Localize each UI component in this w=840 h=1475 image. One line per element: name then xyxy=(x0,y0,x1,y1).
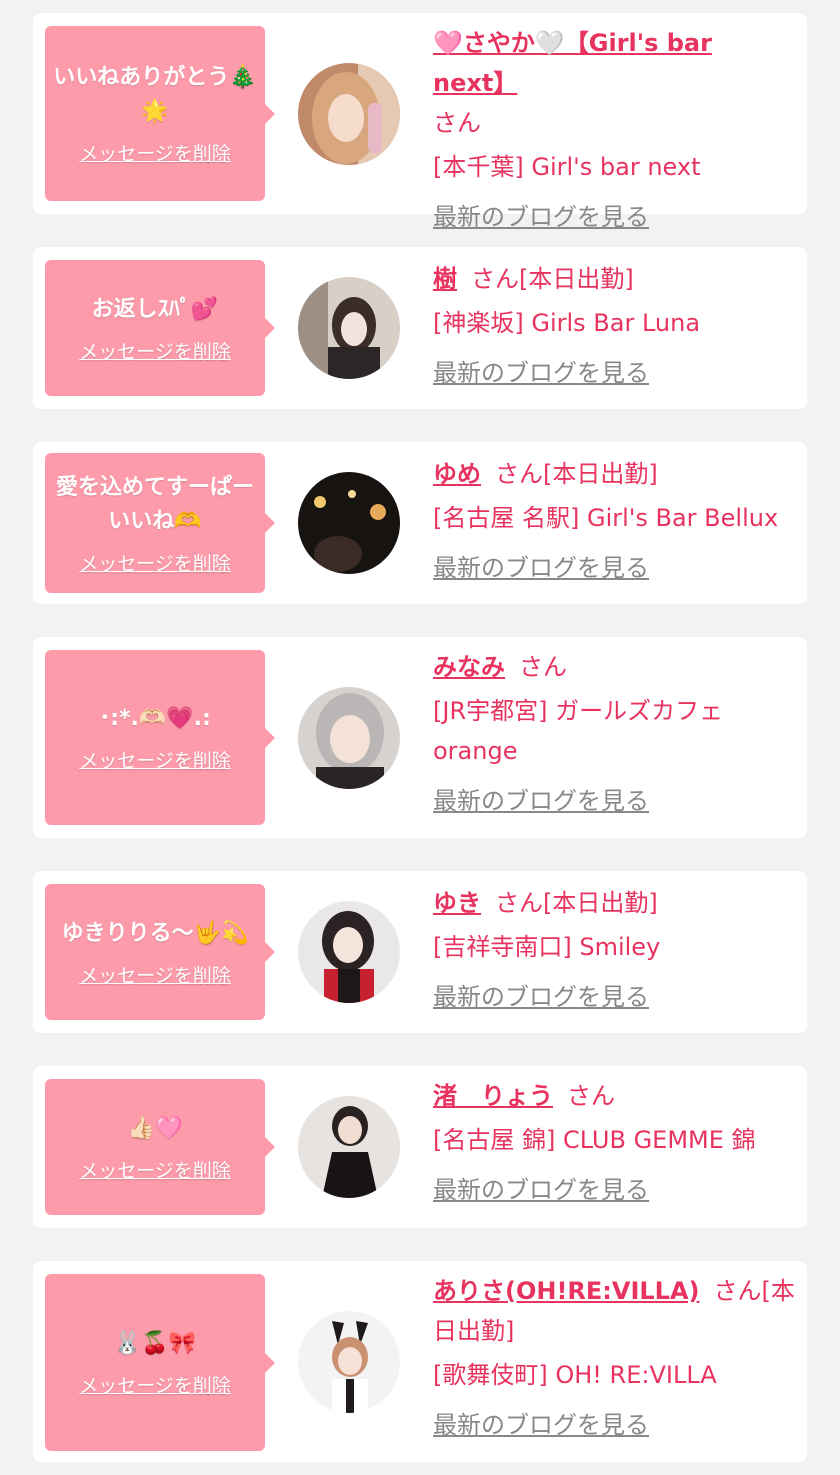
message-bubble: 🐰🍒🎀 メッセージを削除 xyxy=(45,1274,275,1451)
shop-name: [歌舞伎町] OH! RE:VILLA xyxy=(433,1361,717,1389)
latest-blog-link[interactable]: 最新のブログを見る xyxy=(433,197,649,237)
delete-message-link[interactable]: メッセージを削除 xyxy=(79,549,231,576)
latest-blog-link[interactable]: 最新のブログを見る xyxy=(433,781,649,821)
avatar[interactable] xyxy=(298,687,400,789)
list-item: 🐰🍒🎀 メッセージを削除 ありさ(OH!RE:VILLA) さん[本日出勤] [歌… xyxy=(33,1261,807,1462)
honorific-text: さん xyxy=(567,1082,615,1110)
message-bubble: いいねありがとう🎄🌟 メッセージを削除 xyxy=(45,26,275,201)
latest-blog-link[interactable]: 最新のブログを見る xyxy=(433,1405,649,1445)
cast-name-link[interactable]: ありさ(OH!RE:VILLA) xyxy=(433,1277,700,1305)
honorific-text: さん xyxy=(519,653,567,681)
shop-name: [本千葉] Girl's bar next xyxy=(433,153,701,181)
list-item: お返しｽﾊﾟ💕 メッセージを削除 樹さん[本日出勤] [神楽坂] Girls B… xyxy=(33,247,807,409)
cast-name-link[interactable]: みなみ xyxy=(433,653,505,681)
message-text: いいねありがとう🎄🌟 xyxy=(53,65,257,124)
cast-name-link[interactable]: 渚 りょう xyxy=(433,1082,553,1110)
cast-info: ゆき さん[本日出勤] [吉祥寺南口] Smiley 最新のブログを見る xyxy=(433,883,795,1017)
message-text: 愛を込めてすーぱーいいね🫶 xyxy=(55,474,254,534)
message-text: 👍🏻🩷 xyxy=(127,1115,183,1141)
message-bubble: 👍🏻🩷 メッセージを削除 xyxy=(45,1079,275,1215)
message-text: 🐰🍒🎀 xyxy=(113,1331,197,1356)
cast-name-link[interactable]: ゆめ xyxy=(433,460,481,488)
list-item: 👍🏻🩷 メッセージを削除 渚 りょう さん [名古屋 錦] CLUB GEMME … xyxy=(33,1066,807,1228)
message-text: ゆきりりる〜🤟💫 xyxy=(61,920,249,946)
shop-name: [名古屋 名駅] Girl's Bar Bellux xyxy=(433,504,779,532)
honorific-text: さん[本日出勤] xyxy=(495,460,658,488)
delete-message-link[interactable]: メッセージを削除 xyxy=(79,1156,231,1183)
shop-name: [名古屋 錦] CLUB GEMME 錦 xyxy=(433,1126,756,1154)
cast-info: 🩷さやか🤍【Girl's bar next】 さん [本千葉] Girl's b… xyxy=(433,23,795,237)
shop-name: [吉祥寺南口] Smiley xyxy=(433,933,661,961)
message-bubble: ･:*.🫶🏻💗.: メッセージを削除 xyxy=(45,650,275,825)
message-text: お返しｽﾊﾟ💕 xyxy=(91,296,219,322)
delete-message-link[interactable]: メッセージを削除 xyxy=(79,1371,231,1398)
avatar[interactable] xyxy=(298,1311,400,1413)
message-bubble: ゆきりりる〜🤟💫 メッセージを削除 xyxy=(45,884,275,1020)
avatar[interactable] xyxy=(298,277,400,379)
avatar[interactable] xyxy=(298,901,400,1003)
honorific-text: さん xyxy=(433,109,481,137)
list-item: いいねありがとう🎄🌟 メッセージを削除 🩷さやか🤍【Girl's bar nex… xyxy=(33,13,807,231)
latest-blog-link[interactable]: 最新のブログを見る xyxy=(433,1170,649,1210)
delete-message-link[interactable]: メッセージを削除 xyxy=(79,139,231,166)
cast-name-link[interactable]: ゆき xyxy=(433,889,481,917)
cast-info: みなみ さん [JR宇都宮] ガールズカフェ orange 最新のブログを見る xyxy=(433,647,795,821)
cast-info: 渚 りょう さん [名古屋 錦] CLUB GEMME 錦 最新のブログを見る xyxy=(433,1076,795,1210)
latest-blog-link[interactable]: 最新のブログを見る xyxy=(433,977,649,1017)
delete-message-link[interactable]: メッセージを削除 xyxy=(79,961,231,988)
cast-name-link[interactable]: 樹 xyxy=(433,265,457,293)
cast-info: ありさ(OH!RE:VILLA) さん[本日出勤] [歌舞伎町] OH! RE:V… xyxy=(433,1271,795,1445)
delete-message-link[interactable]: メッセージを削除 xyxy=(79,746,231,773)
shop-name: [神楽坂] Girls Bar Luna xyxy=(433,309,701,337)
latest-blog-link[interactable]: 最新のブログを見る xyxy=(433,548,649,588)
list-item: ･:*.🫶🏻💗.: メッセージを削除 みなみ さん [JR宇都宮] ガールズカフェ… xyxy=(33,637,807,838)
list-item: 愛を込めてすーぱーいいね🫶 メッセージを削除 ゆめ さん[本日出勤] [名古屋 名… xyxy=(33,442,807,604)
message-bubble: お返しｽﾊﾟ💕 メッセージを削除 xyxy=(45,260,275,396)
cast-info: 樹さん[本日出勤] [神楽坂] Girls Bar Luna 最新のブログを見る xyxy=(433,259,795,393)
delete-message-link[interactable]: メッセージを削除 xyxy=(79,337,231,364)
avatar[interactable] xyxy=(298,472,400,574)
list-item: ゆきりりる〜🤟💫 メッセージを削除 ゆき さん[本日出勤] [吉祥寺南口] Smi… xyxy=(33,871,807,1033)
avatar[interactable] xyxy=(298,1096,400,1198)
message-bubble: 愛を込めてすーぱーいいね🫶 メッセージを削除 xyxy=(45,453,275,593)
shop-name: [JR宇都宮] ガールズカフェ orange xyxy=(433,697,724,765)
cast-name-link[interactable]: 🩷さやか🤍【Girl's bar next】 xyxy=(433,29,712,97)
honorific-text: さん[本日出勤] xyxy=(495,889,658,917)
latest-blog-link[interactable]: 最新のブログを見る xyxy=(433,353,649,393)
honorific-text: さん[本日出勤] xyxy=(471,265,634,293)
message-text: ･:*.🫶🏻💗.: xyxy=(99,706,211,731)
avatar[interactable] xyxy=(298,63,400,165)
cast-info: ゆめ さん[本日出勤] [名古屋 名駅] Girl's Bar Bellux 最新… xyxy=(433,454,795,588)
